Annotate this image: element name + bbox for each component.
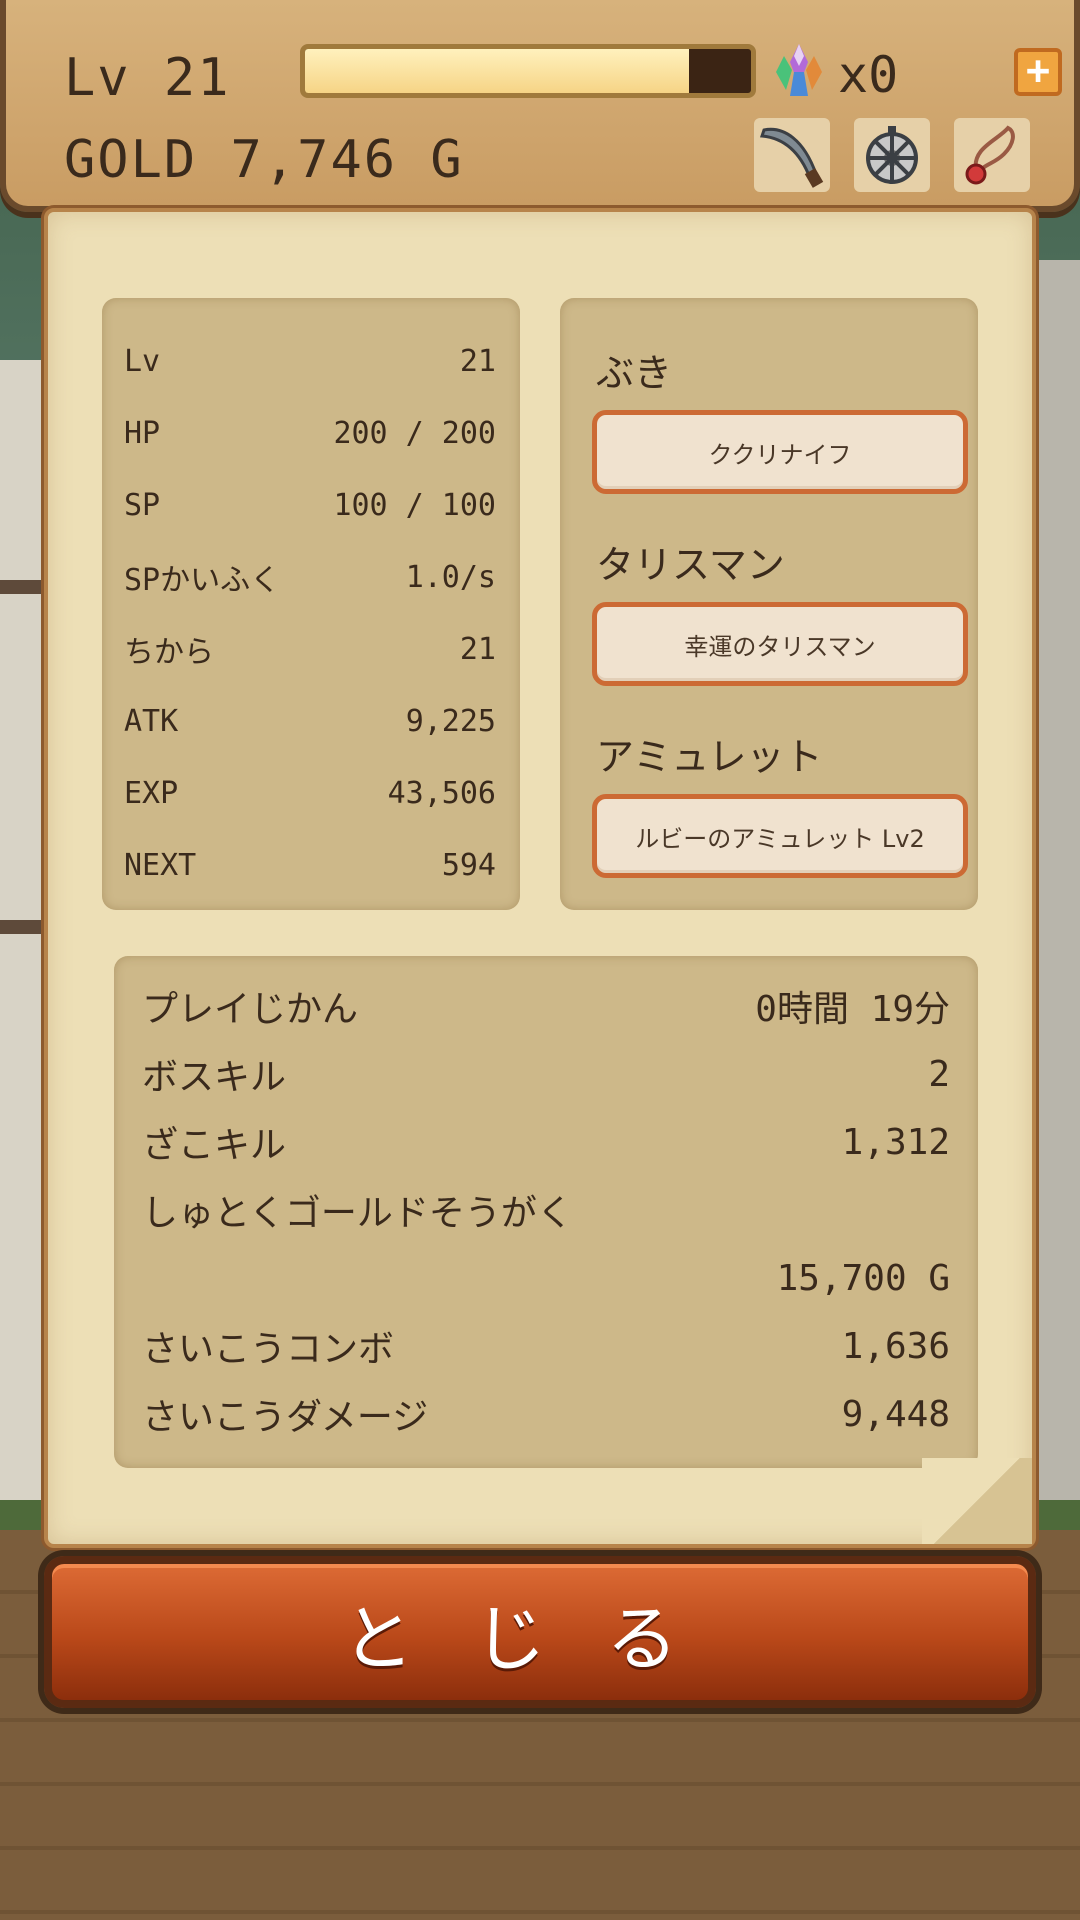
stats-panel: Lv 21 HP 200 / 200 SP 100 / 100 SPかいふく 1.0/s… bbox=[102, 298, 520, 910]
add-gems-button[interactable]: + bbox=[1014, 48, 1062, 96]
talisman-icon[interactable] bbox=[854, 118, 930, 192]
amulet-slot-button[interactable]: ルビーのアミュレット Lv2 bbox=[592, 794, 968, 878]
top-hud: Lv 21 x0 + GOLD 7,746 G bbox=[0, 0, 1080, 212]
stat-row-strength: ちから 21 bbox=[124, 631, 496, 671]
talisman-label: タリスマン bbox=[596, 543, 785, 587]
record-max-damage: さいこうダメージ 9,448 bbox=[142, 1393, 950, 1439]
record-max-combo: さいこうコンボ 1,636 bbox=[142, 1325, 950, 1371]
record-total-gold-value: 15,700 G bbox=[776, 1257, 950, 1299]
stat-row-next: NEXT 594 bbox=[124, 847, 496, 883]
crystal-gem-icon bbox=[776, 44, 822, 96]
close-button[interactable]: とじる bbox=[44, 1556, 1036, 1708]
records-panel: プレイじかん 0時間 19分 ボスキル 2 ざこキル 1,312 しゅとくゴール… bbox=[114, 956, 978, 1468]
stat-row-sp: SP 100 / 100 bbox=[124, 487, 496, 523]
record-boss-kill: ボスキル 2 bbox=[142, 1053, 950, 1099]
exp-bar bbox=[300, 44, 756, 98]
gem-count: x0 bbox=[838, 46, 899, 104]
stat-row-hp: HP 200 / 200 bbox=[124, 415, 496, 451]
kukri-knife-icon[interactable] bbox=[754, 118, 830, 192]
equipment-panel: ぶき ククリナイフ タリスマン 幸運のタリスマン アミュレット ルビーのアミュレ… bbox=[560, 298, 978, 910]
parchment-curl bbox=[922, 1458, 1032, 1544]
player-level: Lv 21 bbox=[64, 48, 231, 108]
exp-bar-fill bbox=[305, 49, 689, 93]
stat-row-lv: Lv 21 bbox=[124, 343, 496, 379]
record-mob-kill: ざこキル 1,312 bbox=[142, 1121, 950, 1167]
stat-row-atk: ATK 9,225 bbox=[124, 703, 496, 739]
record-playtime: プレイじかん 0時間 19分 bbox=[142, 989, 950, 1030]
weapon-slot-button[interactable]: ククリナイフ bbox=[592, 410, 968, 494]
weapon-label: ぶき bbox=[596, 351, 673, 395]
status-parchment: Lv 21 HP 200 / 200 SP 100 / 100 SPかいふく 1.0/s… bbox=[44, 208, 1036, 1548]
amulet-label: アミュレット bbox=[596, 735, 823, 779]
gold-amount: GOLD 7,746 G bbox=[64, 130, 464, 190]
record-total-gold-label: しゅとくゴールドそうがく bbox=[142, 1193, 573, 1234]
stat-row-sp-regen: SPかいふく 1.0/s bbox=[124, 559, 496, 599]
talisman-slot-button[interactable]: 幸運のタリスマン bbox=[592, 602, 968, 686]
stat-row-exp: EXP 43,506 bbox=[124, 775, 496, 811]
amulet-icon[interactable] bbox=[954, 118, 1030, 192]
